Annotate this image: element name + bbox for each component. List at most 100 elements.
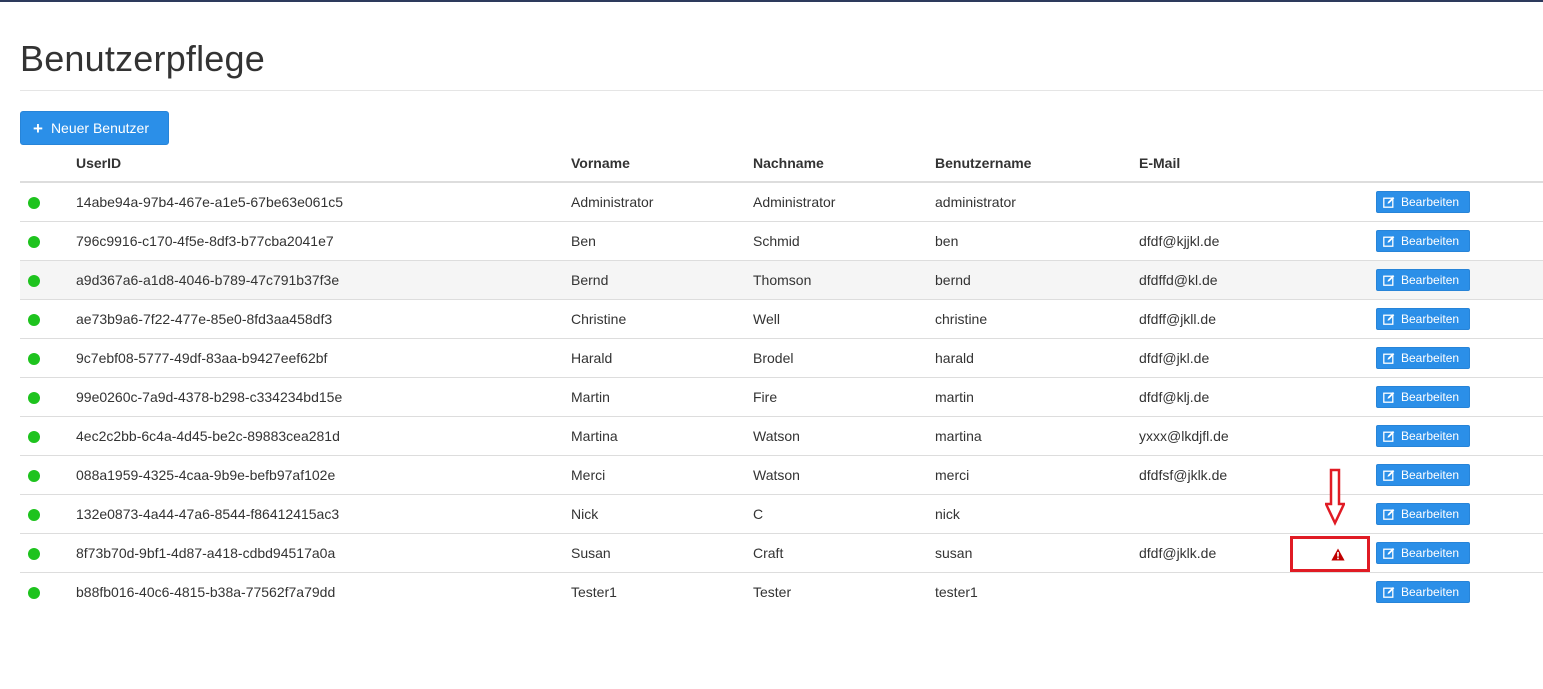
status-cell bbox=[20, 338, 76, 378]
cell-benutzername: merci bbox=[935, 455, 1139, 495]
status-dot-icon bbox=[28, 470, 40, 483]
status-dot-icon bbox=[28, 392, 40, 405]
new-user-button[interactable]: + Neuer Benutzer bbox=[20, 111, 169, 145]
title-divider bbox=[20, 90, 1543, 91]
edit-icon bbox=[1383, 509, 1395, 520]
edit-button-label: Bearbeiten bbox=[1401, 468, 1460, 482]
edit-button[interactable]: Bearbeiten bbox=[1376, 230, 1470, 252]
cell-nachname: Schmid bbox=[753, 221, 935, 261]
plus-icon: + bbox=[33, 118, 43, 138]
edit-button-label: Bearbeiten bbox=[1401, 195, 1460, 209]
warning-cell bbox=[1296, 338, 1376, 378]
edit-icon bbox=[1383, 587, 1395, 598]
cell-email: dfdf@jkl.de bbox=[1139, 338, 1296, 378]
status-dot-icon bbox=[28, 275, 40, 288]
cell-email: dfdfsf@jklk.de bbox=[1139, 455, 1296, 495]
edit-button[interactable]: Bearbeiten bbox=[1376, 425, 1470, 447]
status-dot-icon bbox=[28, 314, 40, 327]
edit-button[interactable]: Bearbeiten bbox=[1376, 386, 1470, 408]
cell-email: dfdffd@kl.de bbox=[1139, 260, 1296, 300]
cell-vorname: Ben bbox=[571, 221, 753, 261]
header-actions bbox=[1376, 144, 1543, 183]
status-dot-icon bbox=[28, 548, 40, 561]
edit-button[interactable]: Bearbeiten bbox=[1376, 503, 1470, 525]
cell-email: dfdf@jklk.de bbox=[1139, 533, 1296, 573]
cell-vorname: Susan bbox=[571, 533, 753, 573]
cell-userid: 8f73b70d-9bf1-4d87-a418-cdbd94517a0a bbox=[76, 533, 571, 573]
edit-icon bbox=[1383, 392, 1395, 403]
status-dot-icon bbox=[28, 509, 40, 522]
cell-benutzername: martina bbox=[935, 416, 1139, 456]
edit-button-label: Bearbeiten bbox=[1401, 273, 1460, 287]
status-cell bbox=[20, 494, 76, 534]
cell-email bbox=[1139, 572, 1296, 611]
cell-userid: 9c7ebf08-5777-49df-83aa-b9427eef62bf bbox=[76, 338, 571, 378]
edit-button[interactable]: Bearbeiten bbox=[1376, 347, 1470, 369]
status-cell bbox=[20, 416, 76, 456]
cell-userid: 99e0260c-7a9d-4378-b298-c334234bd15e bbox=[76, 377, 571, 417]
header-userid[interactable]: UserID bbox=[76, 144, 571, 183]
warning-cell bbox=[1296, 299, 1376, 339]
edit-button[interactable]: Bearbeiten bbox=[1376, 542, 1470, 564]
warning-cell bbox=[1296, 377, 1376, 417]
header-nachname[interactable]: Nachname bbox=[753, 144, 935, 183]
cell-vorname: Merci bbox=[571, 455, 753, 495]
warning-cell bbox=[1296, 181, 1376, 222]
cell-benutzername: susan bbox=[935, 533, 1139, 573]
edit-button-label: Bearbeiten bbox=[1401, 312, 1460, 326]
cell-userid: b88fb016-40c6-4815-b38a-77562f7a79dd bbox=[76, 572, 571, 611]
new-user-button-label: Neuer Benutzer bbox=[50, 120, 149, 136]
warning-cell bbox=[1296, 260, 1376, 300]
cell-vorname: Harald bbox=[571, 338, 753, 378]
cell-email bbox=[1139, 181, 1296, 222]
warning-cell bbox=[1296, 416, 1376, 456]
edit-icon bbox=[1383, 197, 1395, 208]
cell-benutzername: nick bbox=[935, 494, 1139, 534]
cell-email: yxxx@lkdjfl.de bbox=[1139, 416, 1296, 456]
table-row: 99e0260c-7a9d-4378-b298-c334234bd15e Mart… bbox=[20, 377, 1543, 417]
edit-button[interactable]: Bearbeiten bbox=[1376, 464, 1470, 486]
status-cell bbox=[20, 533, 76, 573]
cell-email: dfdff@jkll.de bbox=[1139, 299, 1296, 339]
cell-benutzername: administrator bbox=[935, 181, 1139, 222]
cell-userid: ae73b9a6-7f22-477e-85e0-8fd3aa458df3 bbox=[76, 299, 571, 339]
actions-cell: Bearbeiten bbox=[1376, 260, 1543, 300]
edit-button[interactable]: Bearbeiten bbox=[1376, 191, 1470, 213]
warning-cell bbox=[1296, 221, 1376, 261]
table-row: a9d367a6-a1d8-4046-b789-47c791b37f3e Bern… bbox=[20, 260, 1543, 300]
edit-icon bbox=[1383, 353, 1395, 364]
table-row: b88fb016-40c6-4815-b38a-77562f7a79dd Test… bbox=[20, 572, 1543, 611]
edit-button[interactable]: Bearbeiten bbox=[1376, 269, 1470, 291]
status-dot-icon bbox=[28, 236, 40, 249]
actions-cell: Bearbeiten bbox=[1376, 494, 1543, 534]
status-dot-icon bbox=[28, 587, 40, 600]
status-cell bbox=[20, 455, 76, 495]
table-row: 132e0873-4a44-47a6-8544-f86412415ac3 Nick… bbox=[20, 494, 1543, 534]
edit-button-label: Bearbeiten bbox=[1401, 429, 1460, 443]
cell-vorname: Tester1 bbox=[571, 572, 753, 611]
edit-icon bbox=[1383, 470, 1395, 481]
table-row: 14abe94a-97b4-467e-a1e5-67be63e061c5 Admi… bbox=[20, 181, 1543, 222]
cell-benutzername: harald bbox=[935, 338, 1139, 378]
status-cell bbox=[20, 572, 76, 611]
cell-nachname: Watson bbox=[753, 416, 935, 456]
edit-button[interactable]: Bearbeiten bbox=[1376, 308, 1470, 330]
header-vorname[interactable]: Vorname bbox=[571, 144, 753, 183]
cell-userid: 796c9916-c170-4f5e-8df3-b77cba2041e7 bbox=[76, 221, 571, 261]
header-warning bbox=[1296, 144, 1376, 183]
actions-cell: Bearbeiten bbox=[1376, 181, 1543, 222]
warning-cell bbox=[1296, 572, 1376, 611]
header-benutzername[interactable]: Benutzername bbox=[935, 144, 1139, 183]
header-email[interactable]: E-Mail bbox=[1139, 144, 1296, 183]
arrow-down-annotation-icon bbox=[1325, 468, 1345, 526]
status-cell bbox=[20, 299, 76, 339]
edit-button-label: Bearbeiten bbox=[1401, 390, 1460, 404]
status-cell bbox=[20, 181, 76, 222]
actions-cell: Bearbeiten bbox=[1376, 377, 1543, 417]
cell-vorname: Christine bbox=[571, 299, 753, 339]
cell-email: dfdf@klj.de bbox=[1139, 377, 1296, 417]
edit-button[interactable]: Bearbeiten bbox=[1376, 581, 1470, 603]
actions-cell: Bearbeiten bbox=[1376, 338, 1543, 378]
cell-benutzername: tester1 bbox=[935, 572, 1139, 611]
cell-vorname: Nick bbox=[571, 494, 753, 534]
